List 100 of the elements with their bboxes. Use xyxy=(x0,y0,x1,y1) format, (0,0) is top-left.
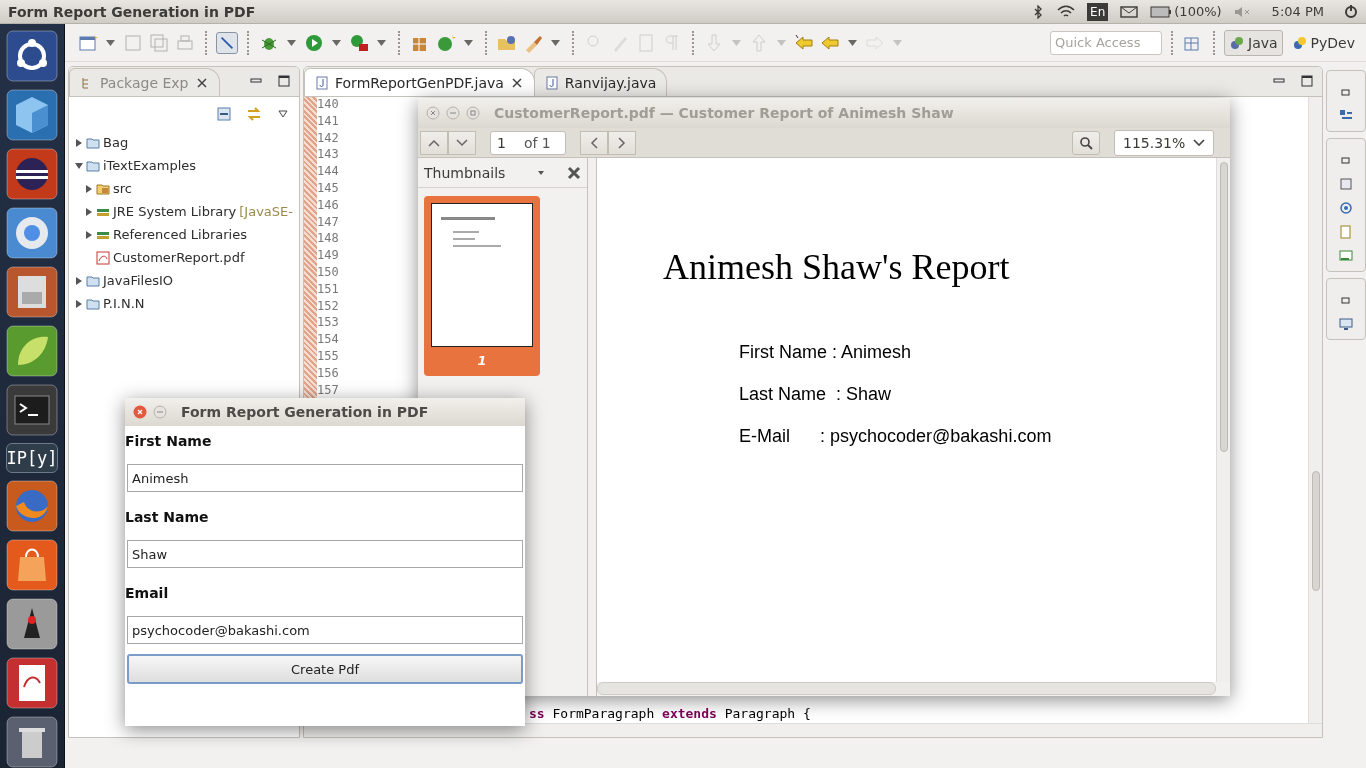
forward-button[interactable] xyxy=(608,130,636,155)
create-pdf-button[interactable]: Create Pdf xyxy=(127,654,523,684)
bag-icon[interactable] xyxy=(6,539,58,591)
line-number: 151 xyxy=(317,281,340,298)
scrollbar[interactable] xyxy=(1216,158,1230,682)
perspective-icon xyxy=(1291,34,1308,51)
mail-icon[interactable] xyxy=(1120,4,1139,19)
expand-arrow-icon[interactable] xyxy=(75,161,83,170)
line-number: 146 xyxy=(317,197,340,214)
console-icon[interactable] xyxy=(1339,249,1353,263)
document-icon[interactable] xyxy=(6,657,58,709)
report-line: First Name : Animesh xyxy=(739,342,913,363)
line-number: 142 xyxy=(317,130,340,147)
wifi-icon[interactable] xyxy=(1057,4,1076,19)
tree-item-label[interactable]: iTextExamples xyxy=(103,158,197,173)
line-number: 150 xyxy=(317,264,340,281)
close-icon[interactable] xyxy=(509,75,524,90)
dash-icon[interactable] xyxy=(6,30,58,82)
project-folder-icon xyxy=(86,273,100,288)
tree-item-label[interactable]: JRE System Library xyxy=(113,204,237,219)
expand-arrow-icon[interactable] xyxy=(85,230,93,239)
next-page-button[interactable] xyxy=(448,130,476,155)
chevron-right-icon xyxy=(618,136,626,149)
zoom-dropdown[interactable]: 115.31% xyxy=(1114,129,1214,156)
leaf-icon[interactable] xyxy=(6,325,58,377)
report-line: Last Name : Shaw xyxy=(739,384,893,405)
muted-speaker-icon[interactable] xyxy=(1233,4,1252,19)
clock[interactable]: 5:04 PM xyxy=(1271,4,1324,19)
expand-arrow-icon[interactable] xyxy=(75,138,83,147)
caret-icon[interactable] xyxy=(332,39,341,46)
terminal-icon[interactable] xyxy=(6,384,58,436)
dropdown-arrow-icon[interactable] xyxy=(537,168,545,177)
tree-item-label[interactable]: Bag xyxy=(103,135,129,150)
ipython-tile[interactable]: IP[y] xyxy=(6,443,58,473)
line-number: 145 xyxy=(317,181,340,197)
input-field[interactable]: psychocoder@bakashi.com xyxy=(127,616,523,644)
maximize-icon[interactable] xyxy=(1300,74,1314,88)
expand-arrow-icon[interactable] xyxy=(75,276,83,285)
perspective-button[interactable]: PyDev xyxy=(1286,29,1360,56)
trash-icon[interactable] xyxy=(6,716,58,768)
line-number: 155 xyxy=(317,348,340,365)
editor-tab[interactable]: FormReportGenPDF.java xyxy=(304,68,535,96)
input-field[interactable]: Shaw xyxy=(127,540,523,568)
cabinet-icon[interactable] xyxy=(6,266,58,318)
chevron-up-icon xyxy=(428,138,440,147)
line-number: 149 xyxy=(317,248,340,265)
page-number-field[interactable]: 1 of 1 xyxy=(490,130,566,155)
package-folder-icon xyxy=(96,181,110,196)
horizontal-scrollbar[interactable] xyxy=(597,682,1216,695)
expand-arrow-icon[interactable] xyxy=(85,184,93,193)
tree-item-label[interactable]: P.I.N.N xyxy=(103,296,145,311)
line-number: 141 xyxy=(317,113,340,130)
caret-icon[interactable] xyxy=(106,39,115,46)
window-title: Form Report Generation in PDF xyxy=(8,3,256,20)
close-icon[interactable] xyxy=(567,165,581,180)
tree-item-label[interactable]: CustomerReport.pdf xyxy=(113,250,245,265)
scrollbar[interactable] xyxy=(1308,97,1322,723)
expand-arrow-icon[interactable] xyxy=(85,207,93,216)
power-icon[interactable] xyxy=(1344,4,1358,19)
line-number: 144 xyxy=(317,164,340,181)
battery-icon[interactable] xyxy=(1150,4,1173,19)
report-line: E-Mail : psychocoder@bakashi.com xyxy=(739,426,1053,447)
expand-arrow-icon[interactable] xyxy=(75,299,83,308)
project-folder-icon xyxy=(86,158,100,173)
line-number: 148 xyxy=(317,231,340,248)
view-menu-icon[interactable] xyxy=(277,110,289,118)
back-button[interactable] xyxy=(580,130,608,155)
globe-icon[interactable] xyxy=(6,207,58,259)
line-number: 152 xyxy=(317,298,340,315)
project-folder-icon xyxy=(86,296,100,311)
tree-item-label[interactable]: src xyxy=(113,181,132,196)
input-field[interactable]: Animesh xyxy=(127,464,523,492)
perspective-button[interactable]: Java xyxy=(1224,29,1283,56)
scrollbar[interactable] xyxy=(304,723,1322,737)
link-arrows-icon[interactable] xyxy=(247,107,261,121)
caret-icon[interactable] xyxy=(287,39,296,46)
close-icon[interactable] xyxy=(194,75,209,90)
chevron-left-icon xyxy=(590,136,598,149)
caret-icon[interactable] xyxy=(464,39,473,46)
quick-access-field[interactable]: Quick Access xyxy=(1050,30,1162,55)
figure-icon[interactable] xyxy=(6,598,58,650)
globe-icon[interactable] xyxy=(6,480,58,532)
previous-page-button[interactable] xyxy=(420,130,448,155)
collapse-all-icon[interactable] xyxy=(217,107,231,121)
caret-icon[interactable] xyxy=(551,39,560,46)
search-button[interactable] xyxy=(1072,130,1100,155)
search-icon xyxy=(1079,135,1093,150)
tree-item-label[interactable]: Referenced Libraries xyxy=(113,227,247,242)
keyboard-layout-indicator[interactable]: En xyxy=(1087,2,1109,21)
tree-item-label[interactable]: JavaFilesIO xyxy=(103,273,174,288)
field-label: Last Name xyxy=(125,508,210,527)
perspective-icon xyxy=(1229,34,1245,51)
cube-icon[interactable] xyxy=(6,89,58,141)
maximize-icon[interactable] xyxy=(277,74,291,88)
caret-icon[interactable] xyxy=(377,39,386,46)
sidebar-dropdown[interactable]: Thumbnails xyxy=(424,164,506,181)
report-heading: Animesh Shaw's Report xyxy=(663,246,1011,288)
monitor-icon[interactable] xyxy=(1339,317,1353,331)
editor-tab[interactable]: Ranvijay.java xyxy=(533,68,668,96)
caret-icon[interactable] xyxy=(848,39,857,46)
